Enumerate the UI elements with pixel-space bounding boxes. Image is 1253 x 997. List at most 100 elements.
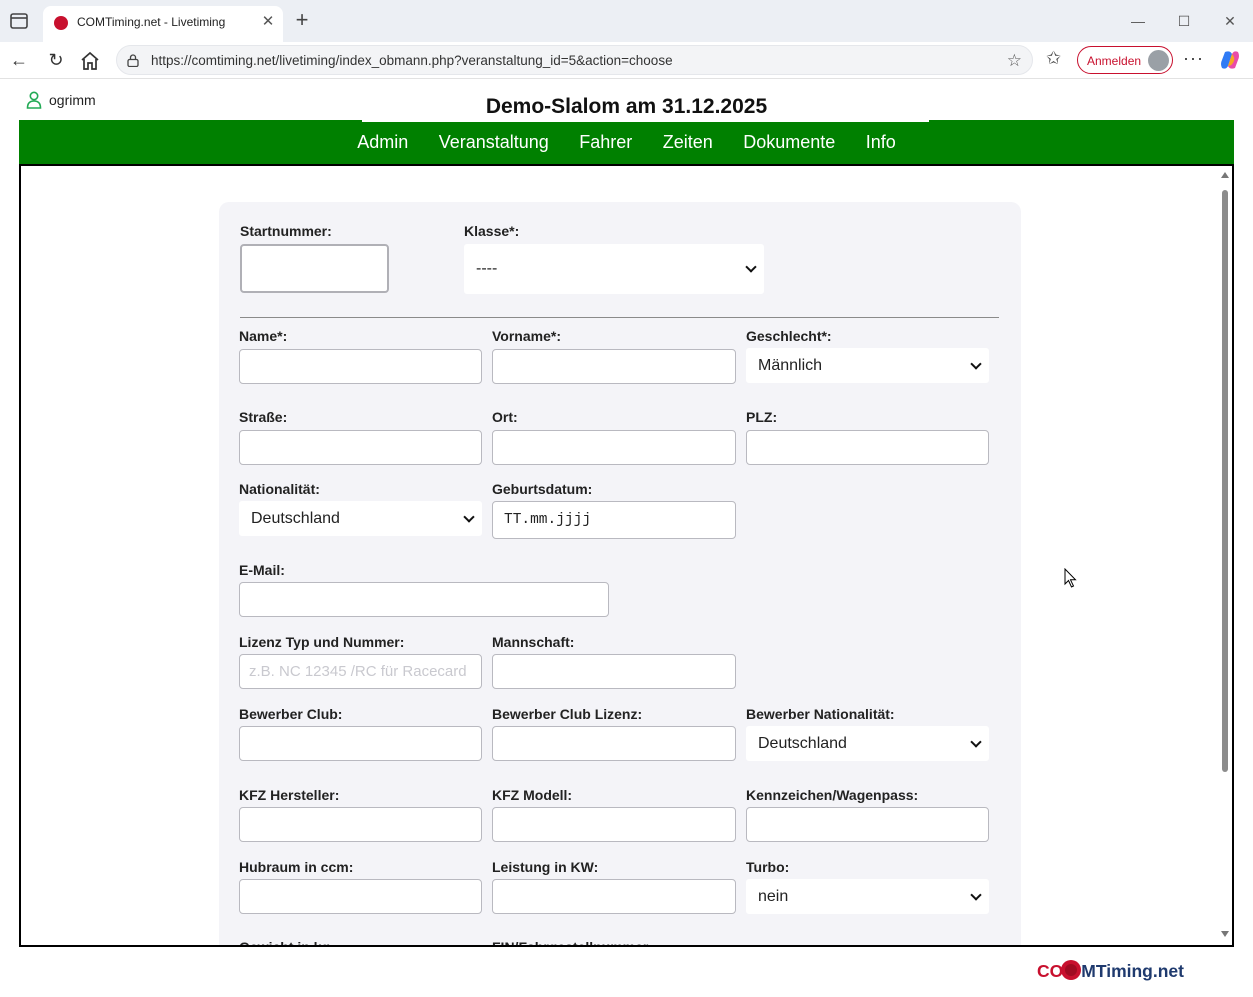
geschlecht-value: Männlich — [758, 357, 823, 374]
email-label: E-Mail: — [239, 562, 285, 578]
strasse-input[interactable] — [239, 430, 482, 465]
plz-input[interactable] — [746, 430, 989, 465]
scroll-down-arrow-icon[interactable] — [1221, 931, 1229, 937]
turbo-label: Turbo: — [746, 859, 790, 875]
lizenz-label: Lizenz Typ und Nummer: — [239, 634, 405, 650]
nav-item-zeiten[interactable]: Zeiten — [650, 120, 726, 164]
nav-item-info[interactable]: Info — [853, 120, 909, 164]
home-icon[interactable] — [79, 51, 101, 71]
nav-item-veranstaltung[interactable]: Veranstaltung — [426, 120, 562, 164]
geburtsdatum-label: Geburtsdatum: — [492, 481, 593, 497]
klasse-select[interactable]: ---- — [464, 244, 764, 294]
chevron-down-icon — [970, 889, 982, 901]
bewerber-club-lizenz-label: Bewerber Club Lizenz: — [492, 706, 643, 722]
browser-tab-strip: COMTiming.net - Livetiming ✕ + — ☐ ✕ — [0, 0, 1253, 42]
email-input[interactable] — [239, 582, 609, 617]
lizenz-input[interactable]: z.B. NC 12345 /RC für Racecard — [239, 654, 482, 689]
ort-label: Ort: — [492, 409, 518, 425]
lock-icon[interactable] — [127, 54, 139, 67]
new-tab-icon[interactable]: + — [291, 9, 313, 32]
geschlecht-select[interactable]: Männlich — [746, 348, 989, 383]
content-scrollbar[interactable] — [1220, 170, 1230, 941]
window-close-icon[interactable]: ✕ — [1215, 8, 1245, 34]
vorname-input[interactable] — [492, 349, 736, 384]
kfz-modell-label: KFZ Modell: — [492, 787, 573, 803]
chevron-down-icon — [970, 358, 982, 370]
bewerber-nationalitaet-value: Deutschland — [758, 735, 847, 752]
vorname-label: Vorname*: — [492, 328, 561, 344]
mouse-cursor-icon — [1064, 568, 1077, 588]
startnummer-label: Startnummer: — [240, 223, 332, 239]
nav-item-admin[interactable]: Admin — [344, 120, 421, 164]
plz-label: PLZ: — [746, 409, 778, 425]
leistung-label: Leistung in KW: — [492, 859, 599, 875]
logo-ball-icon — [1061, 960, 1082, 980]
nav-item-fahrer[interactable]: Fahrer — [566, 120, 645, 164]
close-tab-icon[interactable]: ✕ — [260, 14, 276, 30]
gewicht-label: Gewicht in kg: — [239, 939, 335, 947]
klasse-label: Klasse*: — [464, 223, 520, 239]
geburtsdatum-input[interactable]: TT.mm.jjjj — [492, 501, 736, 539]
kfz-modell-input[interactable] — [492, 807, 736, 842]
nationalitaet-label: Nationalität: — [239, 481, 320, 497]
nationalitaet-select[interactable]: Deutschland — [239, 501, 482, 536]
signin-label: Anmelden — [1087, 54, 1142, 68]
turbo-value: nein — [758, 888, 789, 905]
bewerber-nationalitaet-select[interactable]: Deutschland — [746, 726, 989, 761]
bewerber-club-label: Bewerber Club: — [239, 706, 343, 722]
comtiming-logo[interactable]: CO MTiming.net — [1037, 960, 1184, 986]
logo-prefix: CO — [1037, 961, 1064, 981]
tab-actions-icon[interactable] — [9, 12, 29, 30]
browser-toolbar: ← ↻ https://comtiming.net/livetiming/ind… — [0, 42, 1253, 79]
url-text[interactable]: https://comtiming.net/livetiming/index_o… — [151, 53, 673, 68]
back-arrow-icon[interactable]: ← — [6, 48, 32, 72]
kfz-hersteller-input[interactable] — [239, 807, 482, 842]
maximize-icon[interactable]: ☐ — [1169, 8, 1199, 34]
chevron-down-icon — [745, 261, 757, 273]
more-options-icon[interactable]: ··· — [1183, 48, 1204, 69]
mannschaft-input[interactable] — [492, 654, 736, 689]
favorites-icon[interactable]: ✩ — [1046, 48, 1061, 69]
bewerber-club-input[interactable] — [239, 726, 482, 761]
ort-input[interactable] — [492, 430, 736, 465]
scroll-thumb[interactable] — [1222, 190, 1228, 772]
page-title: Demo-Slalom am 31.12.2025 — [485, 95, 768, 118]
minimize-icon[interactable]: — — [1123, 8, 1153, 34]
strasse-label: Straße: — [239, 409, 288, 425]
leistung-input[interactable] — [492, 879, 736, 914]
scroll-up-arrow-icon[interactable] — [1221, 172, 1229, 178]
hubraum-input[interactable] — [239, 879, 482, 914]
name-input[interactable] — [239, 349, 482, 384]
address-bar[interactable]: https://comtiming.net/livetiming/index_o… — [116, 45, 1033, 75]
divider — [240, 317, 999, 318]
signin-button[interactable]: Anmelden — [1077, 46, 1173, 74]
fin-label: FIN/Fahrgestellnummer: — [492, 939, 654, 947]
reload-icon[interactable]: ↻ — [43, 48, 69, 72]
content-frame: Startnummer: Klasse*: ---- Name*: Vornam… — [19, 164, 1234, 947]
bewerber-nationalitaet-label: Bewerber Nationalität: — [746, 706, 895, 722]
driver-form: Startnummer: Klasse*: ---- Name*: Vornam… — [219, 202, 1021, 947]
logo-suffix: MTiming.net — [1081, 961, 1184, 981]
chevron-down-icon — [970, 736, 982, 748]
nav-item-dokumente[interactable]: Dokumente — [730, 120, 848, 164]
tab-title: COMTiming.net - Livetiming — [77, 15, 226, 29]
profile-avatar-icon — [1148, 50, 1169, 71]
startnummer-input[interactable] — [240, 244, 389, 293]
browser-tab-active[interactable]: COMTiming.net - Livetiming ✕ — [43, 6, 283, 42]
hubraum-label: Hubraum in ccm: — [239, 859, 354, 875]
copilot-icon[interactable] — [1219, 49, 1241, 71]
mannschaft-label: Mannschaft: — [492, 634, 575, 650]
kennzeichen-label: Kennzeichen/Wagenpass: — [746, 787, 919, 803]
bewerber-club-lizenz-input[interactable] — [492, 726, 736, 761]
kfz-hersteller-label: KFZ Hersteller: — [239, 787, 340, 803]
favorite-star-icon[interactable]: ☆ — [1007, 51, 1022, 71]
main-navigation: Admin Veranstaltung Fahrer Zeiten Dokume… — [19, 120, 1234, 164]
kennzeichen-input[interactable] — [746, 807, 989, 842]
nationalitaet-value: Deutschland — [251, 510, 340, 527]
turbo-select[interactable]: nein — [746, 879, 989, 914]
site-favicon-icon — [54, 16, 68, 30]
chevron-down-icon — [463, 511, 475, 523]
klasse-value: ---- — [476, 260, 498, 277]
geschlecht-label: Geschlecht*: — [746, 328, 832, 344]
name-label: Name*: — [239, 328, 288, 344]
